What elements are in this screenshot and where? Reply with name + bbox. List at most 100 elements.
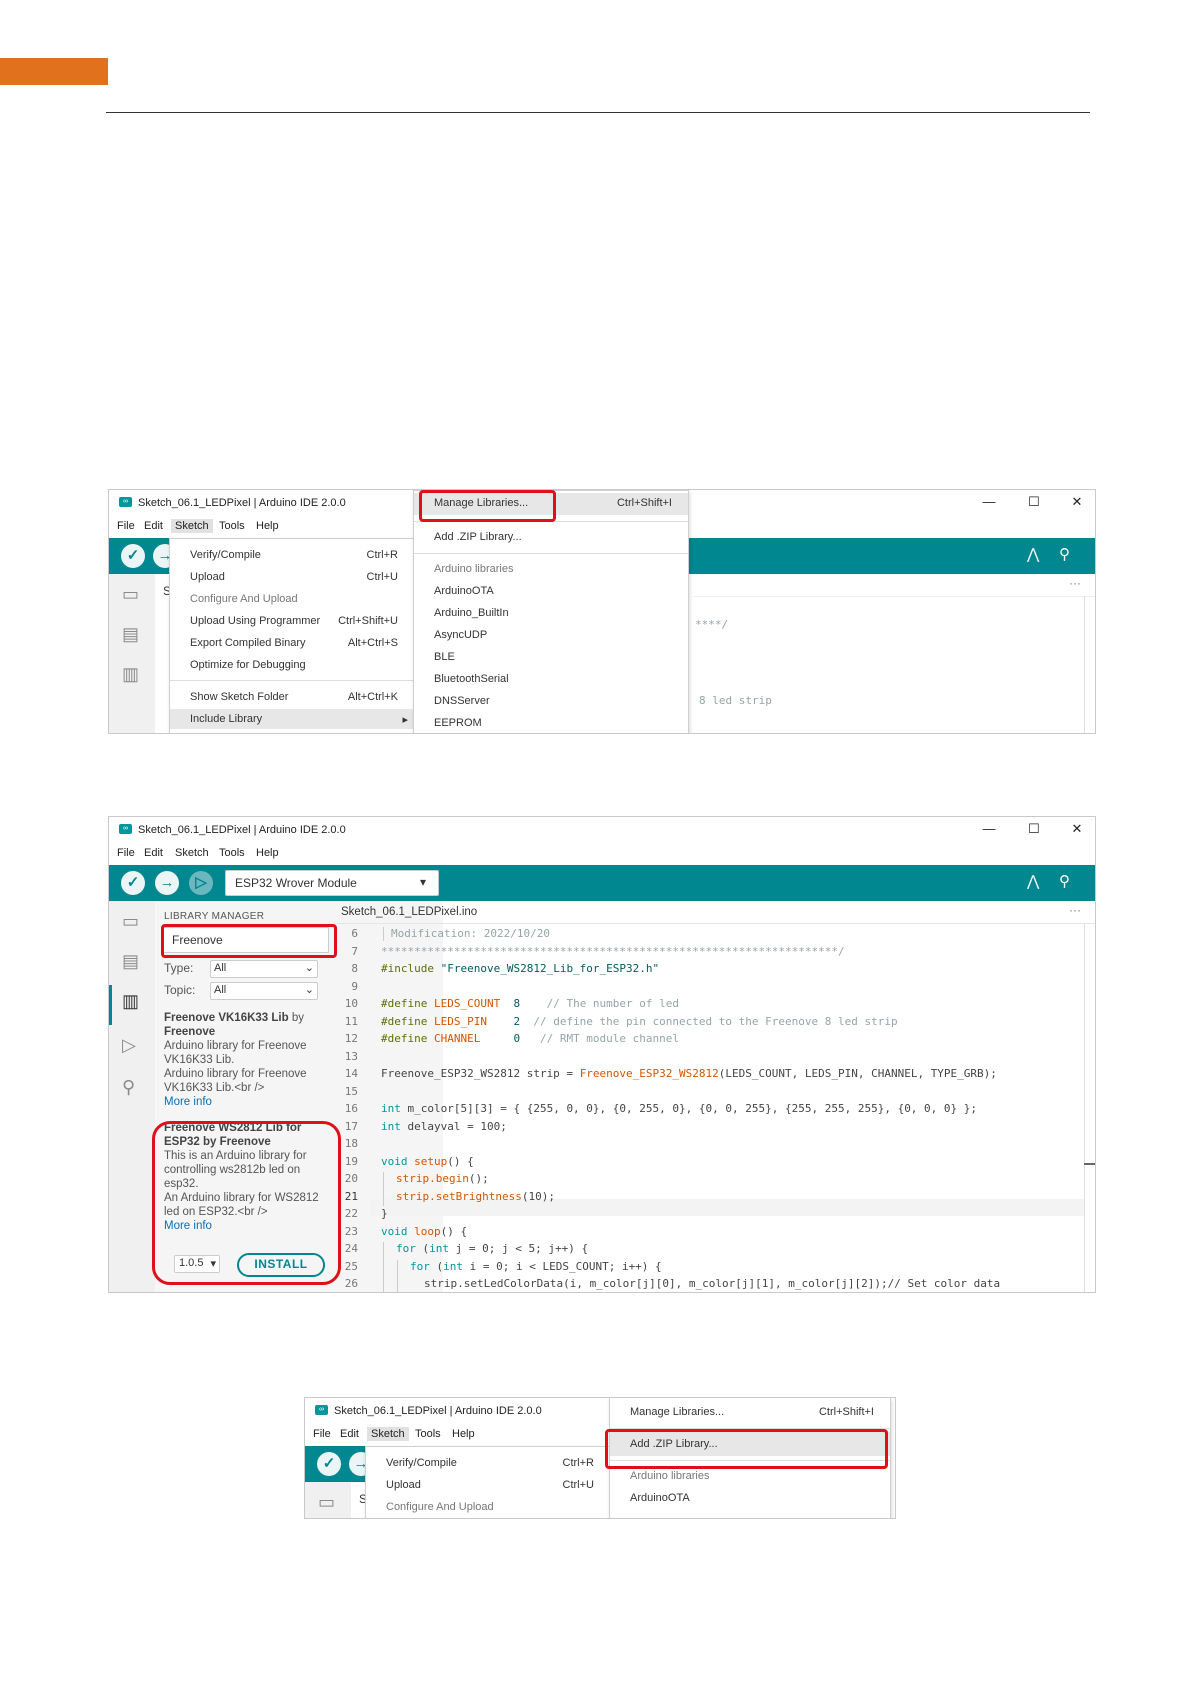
menu-sketch[interactable]: Sketch	[171, 519, 213, 533]
menu-item-upload[interactable]: Upload Ctrl+U	[170, 567, 414, 587]
menu-item-add-zip[interactable]: Add .ZIP Library...	[414, 527, 688, 547]
menu-item-configure-upload[interactable]: Configure And Upload	[366, 1497, 610, 1517]
menu-item-upload[interactable]: Upload Ctrl+U	[366, 1475, 610, 1495]
library-manager-title: LIBRARY MANAGER	[164, 911, 265, 922]
boards-icon[interactable]: ▤	[122, 951, 139, 972]
menu-edit[interactable]: Edit	[340, 1428, 359, 1440]
highlight-add-zip-library	[605, 1429, 888, 1469]
folder-icon[interactable]: ▭	[122, 584, 139, 605]
debug-icon[interactable]: ▷	[122, 1035, 136, 1056]
code-line: Modification: 2022/10/20	[391, 927, 550, 940]
indent-guide	[397, 1260, 398, 1292]
menu-help[interactable]: Help	[256, 520, 279, 532]
code-line: strip.setLedColorData(i, m_color[j][0], …	[424, 1277, 1001, 1290]
code-fragment: 8 led strip	[699, 694, 772, 707]
menu-tools[interactable]: Tools	[219, 520, 245, 532]
debug-icon[interactable]: ▷	[189, 871, 213, 895]
search-icon[interactable]: ⚲	[122, 1077, 135, 1098]
toolbar: ✓ → ▷ ESP32 Wrover Module ▾ ⋀ ⚲	[109, 865, 1095, 901]
menu-item-verify[interactable]: Verify/Compile Ctrl+R	[366, 1453, 610, 1473]
scroll-divider	[1084, 923, 1085, 1292]
board-name: ESP32 Wrover Module	[235, 876, 357, 890]
menu-bar: File Edit Sketch Tools Help	[109, 843, 1095, 865]
menu-sketch[interactable]: Sketch	[175, 847, 209, 859]
menu-item-optimize-debug[interactable]: Optimize for Debugging	[170, 655, 414, 675]
scrollbar-thumb[interactable]	[1084, 1163, 1095, 1165]
menu-item-verify[interactable]: Verify/Compile Ctrl+R	[170, 545, 414, 565]
serial-monitor-icon[interactable]: ⚲	[1059, 545, 1070, 563]
board-selector[interactable]: ESP32 Wrover Module ▾	[225, 870, 439, 896]
code-line: int delayval = 100;	[381, 1120, 507, 1133]
menu-item-library[interactable]: DNSServer	[414, 691, 688, 711]
menu-item-manage-libraries[interactable]: Manage Libraries... Ctrl+Shift+I	[610, 1402, 890, 1422]
close-icon[interactable]: ✕	[1067, 821, 1087, 837]
code-editor[interactable]: 6 7 8 9 10 11 12 13 14 15 16 17 18 19 20…	[334, 923, 1084, 1292]
library-icon[interactable]: ▥	[122, 664, 139, 685]
scroll-divider	[1084, 596, 1085, 733]
menu-edit[interactable]: Edit	[144, 520, 163, 532]
menu-item-library[interactable]: BLE	[414, 647, 688, 667]
menu-tools[interactable]: Tools	[415, 1428, 441, 1440]
header-rule	[106, 112, 1090, 113]
menu-edit[interactable]: Edit	[144, 847, 163, 859]
folder-icon[interactable]: ▭	[318, 1492, 335, 1513]
serial-plotter-icon[interactable]: ⋀	[1027, 545, 1039, 563]
menu-item-show-folder[interactable]: Show Sketch Folder Alt+Ctrl+K	[170, 687, 414, 707]
maximize-icon[interactable]: ☐	[1024, 821, 1044, 837]
menu-file[interactable]: File	[117, 520, 135, 532]
verify-icon[interactable]: ✓	[121, 544, 145, 568]
upload-icon[interactable]: →	[155, 871, 179, 895]
chevron-down-icon: ⌄	[304, 984, 314, 996]
menu-file[interactable]: File	[313, 1428, 331, 1440]
boards-icon[interactable]: ▤	[122, 624, 139, 645]
serial-monitor-icon[interactable]: ⚲	[1059, 872, 1070, 890]
minimize-icon[interactable]: —	[979, 821, 999, 836]
menu-bar: File Edit Sketch Tools Help	[305, 1424, 605, 1446]
indent-guide	[383, 1242, 384, 1292]
library-card: Freenove VK16K33 Lib by Freenove Arduino…	[164, 1012, 307, 1108]
editor-tabbar: ···	[694, 574, 1095, 597]
menu-item-include-library[interactable]: Include Library ▸	[170, 709, 414, 729]
chevron-down-icon: ⌄	[304, 962, 314, 974]
type-select[interactable]: All ⌄	[210, 960, 318, 978]
code-line: for (int i = 0; i < LEDS_COUNT; i++) {	[410, 1260, 662, 1273]
menu-item-library[interactable]: Arduino_BuiltIn	[414, 603, 688, 623]
menu-separator	[414, 553, 688, 554]
sidebar: ▭	[305, 1482, 351, 1518]
menu-tools[interactable]: Tools	[219, 847, 245, 859]
menu-sketch[interactable]: Sketch	[367, 1427, 409, 1441]
menu-item-library[interactable]: AsyncUDP	[414, 625, 688, 645]
folder-icon[interactable]: ▭	[122, 911, 139, 932]
maximize-icon[interactable]: ☐	[1024, 494, 1044, 510]
code-line: #include "Freenove_WS2812_Lib_for_ESP32.…	[381, 962, 660, 975]
editor-tab[interactable]: Sketch_06.1_LEDPixel.ino	[341, 906, 477, 918]
menu-item-library[interactable]: ArduinoOTA	[414, 581, 688, 601]
menu-item-library[interactable]: BluetoothSerial	[414, 669, 688, 689]
title-bar: ∞ Sketch_06.1_LEDPixel | Arduino IDE 2.0…	[109, 817, 1095, 843]
more-options-icon[interactable]: ···	[1069, 576, 1081, 590]
arduino-logo-icon: ∞	[315, 1405, 328, 1415]
menu-item-upload-programmer[interactable]: Upload Using Programmer Ctrl+Shift+U	[170, 611, 414, 631]
menu-item-export-binary[interactable]: Export Compiled Binary Alt+Ctrl+S	[170, 633, 414, 653]
menu-help[interactable]: Help	[256, 847, 279, 859]
verify-icon[interactable]: ✓	[317, 1452, 341, 1476]
menu-item-configure-upload[interactable]: Configure And Upload	[170, 589, 414, 609]
minimize-icon[interactable]: —	[979, 494, 999, 509]
highlight-manage-libraries	[419, 490, 556, 522]
title-bar: ∞ Sketch_06.1_LEDPixel | Arduino IDE 2.0…	[305, 1398, 605, 1424]
menu-section-arduino-libraries: Arduino libraries	[630, 1470, 710, 1482]
window-title: Sketch_06.1_LEDPixel | Arduino IDE 2.0.0	[138, 497, 346, 509]
more-options-icon[interactable]: ···	[1069, 903, 1081, 917]
menu-file[interactable]: File	[117, 847, 135, 859]
code-line: #define CHANNEL 0 // RMT module channel	[381, 1032, 680, 1045]
serial-plotter-icon[interactable]: ⋀	[1027, 872, 1039, 890]
menu-item-library[interactable]: EEPROM	[414, 713, 688, 733]
close-icon[interactable]: ✕	[1067, 494, 1087, 510]
menu-item-library[interactable]: ArduinoOTA	[610, 1488, 890, 1508]
menu-help[interactable]: Help	[452, 1428, 475, 1440]
more-info-link[interactable]: More info	[164, 1096, 212, 1108]
library-icon[interactable]: ▥	[122, 991, 139, 1012]
topic-select[interactable]: All ⌄	[210, 982, 318, 1000]
code-line: int m_color[5][3] = { {255, 0, 0}, {0, 2…	[381, 1102, 978, 1115]
verify-icon[interactable]: ✓	[121, 871, 145, 895]
